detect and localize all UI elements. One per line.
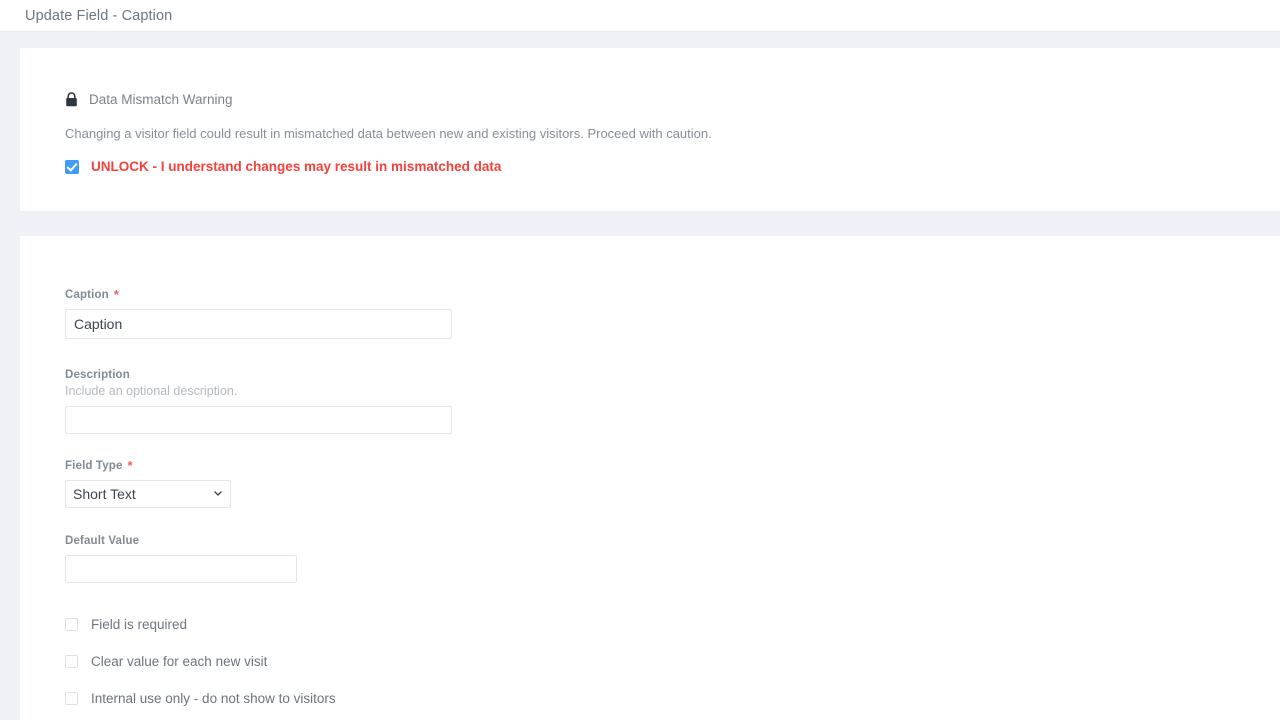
lock-icon <box>65 91 78 107</box>
description-input[interactable] <box>65 406 452 434</box>
description-field-group: Description Include an optional descript… <box>65 369 1280 434</box>
option-label-field-required[interactable]: Field is required <box>91 617 187 632</box>
warning-title-row: Data Mismatch Warning <box>65 90 1280 108</box>
option-row-clear-value[interactable]: Clear value for each new visit <box>65 653 1280 669</box>
checkbox-clear-value[interactable] <box>65 654 78 668</box>
unlock-checkbox[interactable] <box>65 159 79 174</box>
field-type-required-marker: * <box>127 458 133 473</box>
caption-field-group: Caption * <box>65 287 1280 339</box>
page-header: Update Field - Caption <box>0 0 1280 32</box>
description-label: Description <box>65 369 1280 381</box>
caption-required-marker: * <box>113 287 120 302</box>
option-label-clear-value[interactable]: Clear value for each new visit <box>91 654 267 669</box>
description-help-text: Include an optional description. <box>65 384 238 398</box>
caption-label-text: Caption <box>65 289 109 301</box>
field-type-label: Field Type * <box>65 458 1280 473</box>
warning-body-text: Changing a visitor field could result in… <box>65 126 712 141</box>
field-type-group: Field Type * Short Text <box>65 458 1280 508</box>
data-mismatch-warning-card: Data Mismatch Warning Changing a visitor… <box>20 48 1280 211</box>
field-settings-form-card: Caption * Description Include an optiona… <box>20 236 1280 720</box>
default-value-label: Default Value <box>65 535 1280 547</box>
field-type-select[interactable]: Short Text <box>65 480 231 508</box>
app-root: Update Field - Caption Data Mismatch War… <box>0 0 1280 720</box>
unlock-checkbox-row[interactable]: UNLOCK - I understand changes may result… <box>65 159 1280 174</box>
default-value-group: Default Value <box>65 535 1280 583</box>
warning-title: Data Mismatch Warning <box>89 91 233 107</box>
caption-label: Caption * <box>65 287 1280 302</box>
checkbox-field-required[interactable] <box>65 617 78 631</box>
unlock-checkbox-label[interactable]: UNLOCK - I understand changes may result… <box>91 159 501 174</box>
option-row-internal-use[interactable]: Internal use only - do not show to visit… <box>65 690 1280 706</box>
caption-input[interactable] <box>65 309 452 339</box>
option-row-field-required[interactable]: Field is required <box>65 616 1280 632</box>
field-type-label-text: Field Type <box>65 460 123 472</box>
default-value-label-text: Default Value <box>65 535 140 547</box>
field-options-list: Field is required Clear value for each n… <box>65 616 1280 720</box>
checkbox-internal-use[interactable] <box>65 691 78 705</box>
option-label-internal-use[interactable]: Internal use only - do not show to visit… <box>91 691 336 706</box>
description-label-text: Description <box>65 369 130 381</box>
field-type-select-wrapper[interactable]: Short Text <box>65 480 231 508</box>
page-title: Update Field - Caption <box>25 7 173 24</box>
default-value-input[interactable] <box>65 555 297 583</box>
